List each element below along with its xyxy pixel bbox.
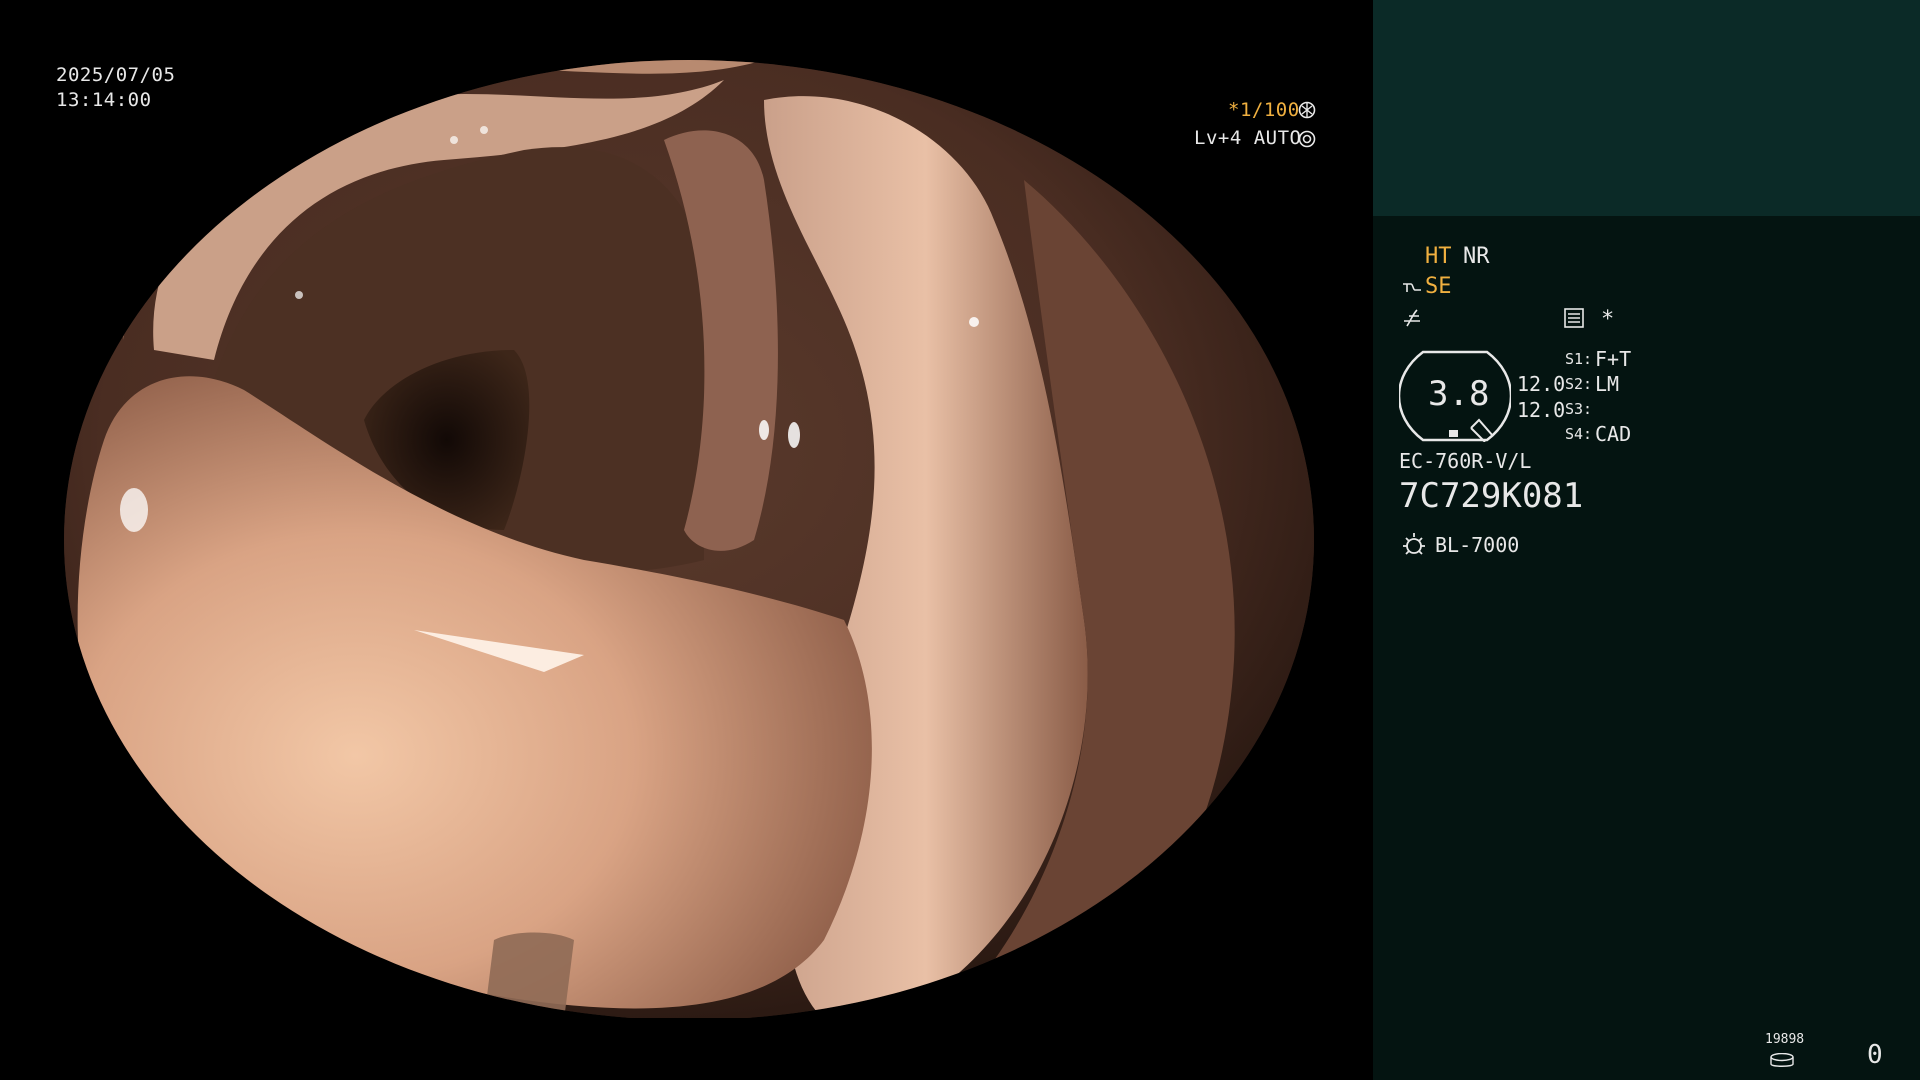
scope-model: EC-760R-V/L: [1399, 449, 1532, 473]
colon-mucosa-image: [64, 60, 1314, 1020]
s1-key: S1:: [1565, 350, 1593, 368]
star-indicator: *: [1601, 307, 1615, 332]
storage-disk-icon: [1769, 1050, 1795, 1067]
endoscopic-image: [64, 60, 1314, 1020]
frame-top-mask: [0, 0, 1372, 60]
status-panel: HT NR SE * 3.8 12.0 12.0 S1: F+T S2: LM …: [1373, 0, 1920, 1080]
light-source-model: BL-7000: [1435, 533, 1520, 557]
value-b: 12.0: [1517, 398, 1566, 422]
date-label: 2025/07/05: [56, 64, 176, 86]
aperture-icon: [1298, 101, 1316, 119]
s4-value: CAD: [1595, 422, 1632, 446]
scope-serial: 7C729K081: [1399, 476, 1584, 516]
image-counter-small: 19898: [1765, 1032, 1805, 1047]
menu-list-icon: [1563, 307, 1585, 329]
se-indicator: SE: [1425, 274, 1452, 299]
s4-key: S4:: [1565, 425, 1593, 443]
value-a: 12.0: [1517, 372, 1566, 396]
s3-key: S3:: [1565, 400, 1593, 418]
frame-bottom-mask: [0, 1018, 1372, 1080]
s2-value: LM: [1595, 372, 1620, 396]
panel-header-area: [1373, 0, 1920, 216]
nr-indicator: NR: [1463, 244, 1490, 269]
iris-icon: [1298, 130, 1316, 148]
gauge-value: 3.8: [1428, 374, 1490, 414]
shutter-speed-label: *1/100: [1228, 99, 1300, 121]
s1-value: F+T: [1595, 347, 1632, 371]
ht-indicator: HT: [1425, 244, 1452, 269]
light-source-icon: [1400, 531, 1428, 559]
gamma-curve-icon: [1401, 306, 1423, 328]
brightness-level-label: Lv+4 AUTO: [1194, 127, 1302, 149]
s2-key: S2:: [1565, 375, 1593, 393]
time-label: 13:14:00: [56, 89, 152, 111]
structure-enhance-icon: [1401, 276, 1423, 298]
endoscope-video-area: 2025/07/05 13:14:00 *1/100 Lv+4 AUTO: [0, 0, 1372, 1080]
capture-counter: 0: [1867, 1040, 1883, 1070]
